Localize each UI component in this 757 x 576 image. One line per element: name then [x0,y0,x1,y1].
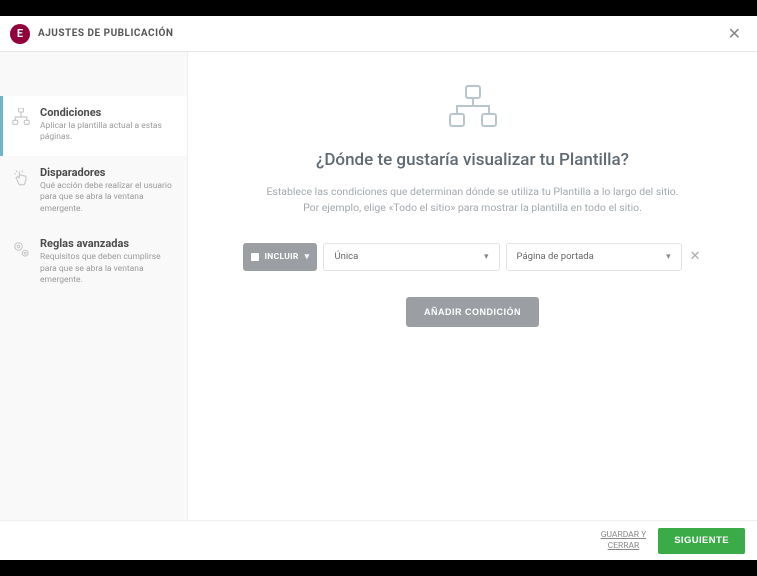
body: Condiciones Aplicar la plantilla actual … [0,52,757,520]
sidebar-item-title: Reglas avanzadas [40,237,175,250]
include-mode-toggle[interactable]: INCLUIR ▾ [243,243,318,271]
condition-type-select[interactable]: Única ▾ [323,243,499,271]
add-condition-button[interactable]: AÑADIR CONDICIÓN [406,297,539,327]
chevron-down-icon: ▾ [484,252,489,262]
save-close-line1: GUARDAR Y [601,530,646,540]
next-button[interactable]: SIGUIENTE [658,528,745,554]
window-title: AJUSTES DE PUBLICACIÓN [38,28,173,39]
remove-condition-icon[interactable]: ✕ [688,249,703,264]
main-subtext: Establece las condiciones que determinan… [266,184,678,217]
hand-click-icon [10,166,32,188]
sidebar: Condiciones Aplicar la plantilla actual … [0,52,188,520]
footer: GUARDAR Y CERRAR SIGUIENTE [0,520,757,560]
condition-target-select[interactable]: Página de portada ▾ [506,243,682,271]
chevron-down-icon: ▾ [666,252,671,262]
elementor-logo-icon: E [10,24,30,44]
gears-icon [10,237,32,259]
include-label: INCLUIR [265,252,299,262]
sidebar-item-advanced-rules[interactable]: Reglas avanzadas Requisitos que deben cu… [0,227,187,298]
chevron-down-icon: ▾ [305,252,310,262]
main-sub-line2: Por ejemplo, elige «Todo el sitio» para … [303,201,642,214]
main-panel: ¿Dónde te gustaría visualizar tu Plantil… [188,52,757,520]
main-sub-line1: Establece las condiciones que determinan… [266,185,678,198]
close-icon[interactable]: ✕ [722,20,747,47]
titlebar: E AJUSTES DE PUBLICACIÓN ✕ [0,16,757,52]
include-indicator-icon [251,253,259,261]
sitemap-large-icon [446,84,500,130]
sidebar-item-desc: Qué acción debe realizar el usuario para… [40,181,175,215]
sidebar-item-desc: Requisitos que deben cumplirse para que … [40,252,175,286]
publish-settings-window: E AJUSTES DE PUBLICACIÓN ✕ Condiciones A… [0,16,757,560]
sidebar-item-desc: Aplicar la plantilla actual a estas pági… [40,121,175,144]
sitemap-icon [10,106,32,126]
sidebar-item-title: Condiciones [40,106,175,119]
sidebar-item-conditions[interactable]: Condiciones Aplicar la plantilla actual … [0,96,187,156]
save-and-close-link[interactable]: GUARDAR Y CERRAR [601,530,646,550]
sidebar-item-title: Disparadores [40,166,175,179]
select-value: Única [334,251,358,262]
main-heading: ¿Dónde te gustaría visualizar tu Plantil… [316,150,629,170]
select-value: Página de portada [517,251,594,262]
sidebar-item-triggers[interactable]: Disparadores Qué acción debe realizar el… [0,156,187,227]
save-close-line2: CERRAR [608,541,640,551]
condition-row: INCLUIR ▾ Única ▾ Página de portada ▾ ✕ [243,243,703,271]
